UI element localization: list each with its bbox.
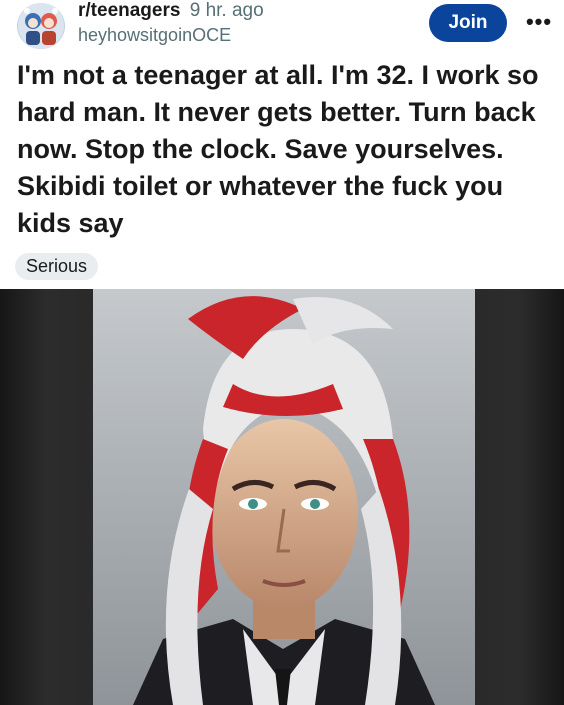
username[interactable]: heyhowsitgoinOCE (78, 24, 264, 46)
post-title[interactable]: I'm not a teenager at all. I'm 32. I wor… (17, 57, 552, 242)
subreddit-name[interactable]: r/teenagers (78, 0, 180, 21)
more-options-button[interactable]: ••• (524, 9, 554, 34)
post-media[interactable] (0, 289, 564, 705)
post-header: r/teenagers 9 hr. ago heyhowsitgoinOCE J… (0, 0, 564, 52)
subreddit-avatar-icon[interactable] (17, 3, 65, 49)
post-flair[interactable]: Serious (15, 253, 99, 280)
portrait-image (93, 289, 475, 705)
subreddit-row: r/teenagers 9 hr. ago (78, 0, 264, 22)
subreddit-avatar-art (18, 3, 64, 49)
post-meta: r/teenagers 9 hr. ago heyhowsitgoinOCE (78, 0, 264, 46)
post-age: 9 hr. ago (189, 0, 264, 21)
join-button[interactable]: Join (429, 4, 507, 42)
